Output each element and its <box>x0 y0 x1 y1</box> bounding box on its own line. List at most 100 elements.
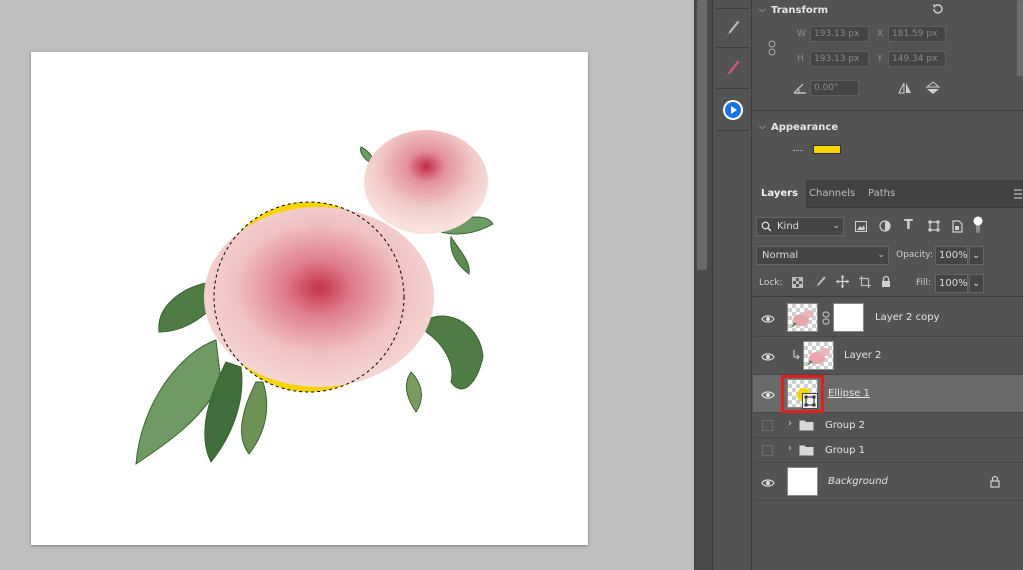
eye-icon[interactable] <box>761 312 775 326</box>
lock-icon[interactable] <box>990 475 1000 488</box>
toolbar-divider <box>717 8 749 9</box>
layers-panel-tabs: Layers Channels Paths <box>753 180 1023 208</box>
chevron-down-icon: ⌄ <box>877 250 885 260</box>
layer-thumbnail <box>787 303 818 332</box>
canvas-workspace[interactable] <box>0 0 694 570</box>
chevron-down-icon: ⌄ <box>832 221 840 231</box>
x-field[interactable]: 181.59 px <box>888 26 946 42</box>
layer-name[interactable]: Layer 2 <box>844 350 881 361</box>
blend-mode-select[interactable]: Normal ⌄ <box>756 246 889 265</box>
layer-name[interactable]: Group 1 <box>825 445 865 456</box>
layer-row-layer-2[interactable]: Layer 2 <box>753 337 1023 375</box>
chain-icon[interactable] <box>822 311 830 325</box>
tab-paths[interactable]: Paths <box>860 180 903 208</box>
layer-name[interactable]: Layer 2 copy <box>875 312 939 323</box>
lock-pixels-icon[interactable] <box>792 277 803 288</box>
chevron-right-icon[interactable]: › <box>788 418 792 429</box>
width-label: W <box>797 29 806 39</box>
brush-icon <box>727 21 739 36</box>
color-brush-button[interactable] <box>718 54 748 84</box>
layer-row-background[interactable]: Background <box>753 463 1023 501</box>
fill-field[interactable]: 100% <box>935 274 968 293</box>
flip-horizontal-icon[interactable] <box>897 81 913 95</box>
opacity-label: Opacity: <box>896 250 933 260</box>
fill-color-swatch[interactable] <box>813 145 841 154</box>
stroke-style-indicator <box>793 150 803 151</box>
panel-menu-icon[interactable] <box>1014 189 1022 199</box>
height-label: H <box>797 54 804 64</box>
fill-label: Fill: <box>916 278 932 288</box>
lock-move-icon[interactable] <box>836 275 849 288</box>
transform-section-header[interactable]: ⌵ Transform <box>753 0 1023 20</box>
appearance-section-header[interactable]: ⌵ Appearance <box>753 117 1023 137</box>
vertical-scrollbar[interactable] <box>697 0 707 270</box>
tab-layers[interactable]: Layers <box>753 180 806 208</box>
brush-button[interactable] <box>718 14 748 44</box>
filter-kind-value: Kind <box>777 221 800 232</box>
opacity-field[interactable]: 100% <box>935 246 968 265</box>
chevron-down-icon: ⌄ <box>972 278 981 289</box>
eye-icon[interactable] <box>761 350 775 364</box>
panel-scrollbar[interactable] <box>1017 0 1023 76</box>
layer-row-group-2[interactable]: › Group 2 <box>753 413 1023 438</box>
eye-icon[interactable] <box>761 476 775 490</box>
fill-dropdown[interactable]: ⌄ <box>969 274 984 293</box>
angle-field[interactable]: 0.00° <box>810 80 859 96</box>
layer-row-ellipse-1[interactable]: Ellipse 1 <box>753 375 1023 413</box>
layer-name[interactable]: Group 2 <box>825 420 865 431</box>
y-field[interactable]: 149.34 px <box>888 51 946 67</box>
color-brush-icon <box>727 60 740 76</box>
visibility-toggle[interactable] <box>762 420 773 431</box>
lock-paint-icon[interactable] <box>814 276 826 289</box>
document-canvas[interactable] <box>31 52 588 545</box>
toolbar-divider <box>717 130 749 131</box>
chevron-down-icon: ⌄ <box>972 250 981 261</box>
y-label: Y <box>877 54 883 64</box>
layer-name[interactable]: Background <box>828 476 888 487</box>
rose-thumbnail <box>807 348 830 366</box>
layer-name[interactable]: Ellipse 1 <box>828 388 870 399</box>
section-divider <box>753 296 1023 297</box>
height-field[interactable]: 193.13 px <box>810 51 869 67</box>
red-highlight-box <box>781 375 824 413</box>
eye-icon[interactable] <box>761 388 775 402</box>
layer-row-group-1[interactable]: › Group 1 <box>753 438 1023 463</box>
reset-icon[interactable] <box>931 2 945 16</box>
visibility-toggle[interactable] <box>762 445 773 456</box>
tab-channels[interactable]: Channels <box>801 180 863 208</box>
appearance-title: Appearance <box>771 121 839 133</box>
chevron-down-icon: ⌵ <box>759 122 766 132</box>
toolbar-divider <box>717 47 749 48</box>
opacity-dropdown[interactable]: ⌄ <box>969 246 984 265</box>
flip-vertical-icon[interactable] <box>925 80 941 96</box>
type-filter-icon[interactable]: T <box>904 218 913 233</box>
layer-thumbnail <box>803 341 834 370</box>
search-icon <box>761 221 772 232</box>
x-label: X <box>877 29 884 39</box>
rose-thumbnail <box>791 310 814 328</box>
filter-kind-select[interactable]: Kind ⌄ <box>756 217 844 236</box>
lock-artboard-icon[interactable] <box>859 276 871 288</box>
actions-play-button[interactable] <box>718 95 748 125</box>
small-rose <box>364 130 488 234</box>
adjustment-filter-icon[interactable] <box>879 220 891 232</box>
clipping-mask-icon <box>793 350 800 360</box>
width-field[interactable]: 193.13 px <box>810 26 869 42</box>
chevron-right-icon[interactable]: › <box>788 443 792 454</box>
layer-mask-thumbnail[interactable] <box>833 303 864 332</box>
filter-toggle-icon[interactable] <box>973 216 983 234</box>
chevron-down-icon: ⌵ <box>759 5 766 15</box>
folder-icon <box>799 445 814 456</box>
smart-object-filter-icon[interactable] <box>952 220 963 233</box>
lock-label: Lock: <box>759 278 783 288</box>
lock-all-icon[interactable] <box>881 275 891 288</box>
layer-thumbnail <box>787 467 818 496</box>
link-icon[interactable] <box>767 40 777 56</box>
image-filter-icon[interactable] <box>855 221 867 232</box>
shape-filter-icon[interactable] <box>928 220 940 232</box>
layer-row-layer-2-copy[interactable]: Layer 2 copy <box>753 299 1023 337</box>
angle-icon <box>793 83 806 94</box>
properties-layers-panels: ⌵ Transform W 193.13 px X 181.59 px H 19… <box>753 0 1023 570</box>
folder-icon <box>799 420 814 431</box>
section-divider <box>753 110 1023 111</box>
